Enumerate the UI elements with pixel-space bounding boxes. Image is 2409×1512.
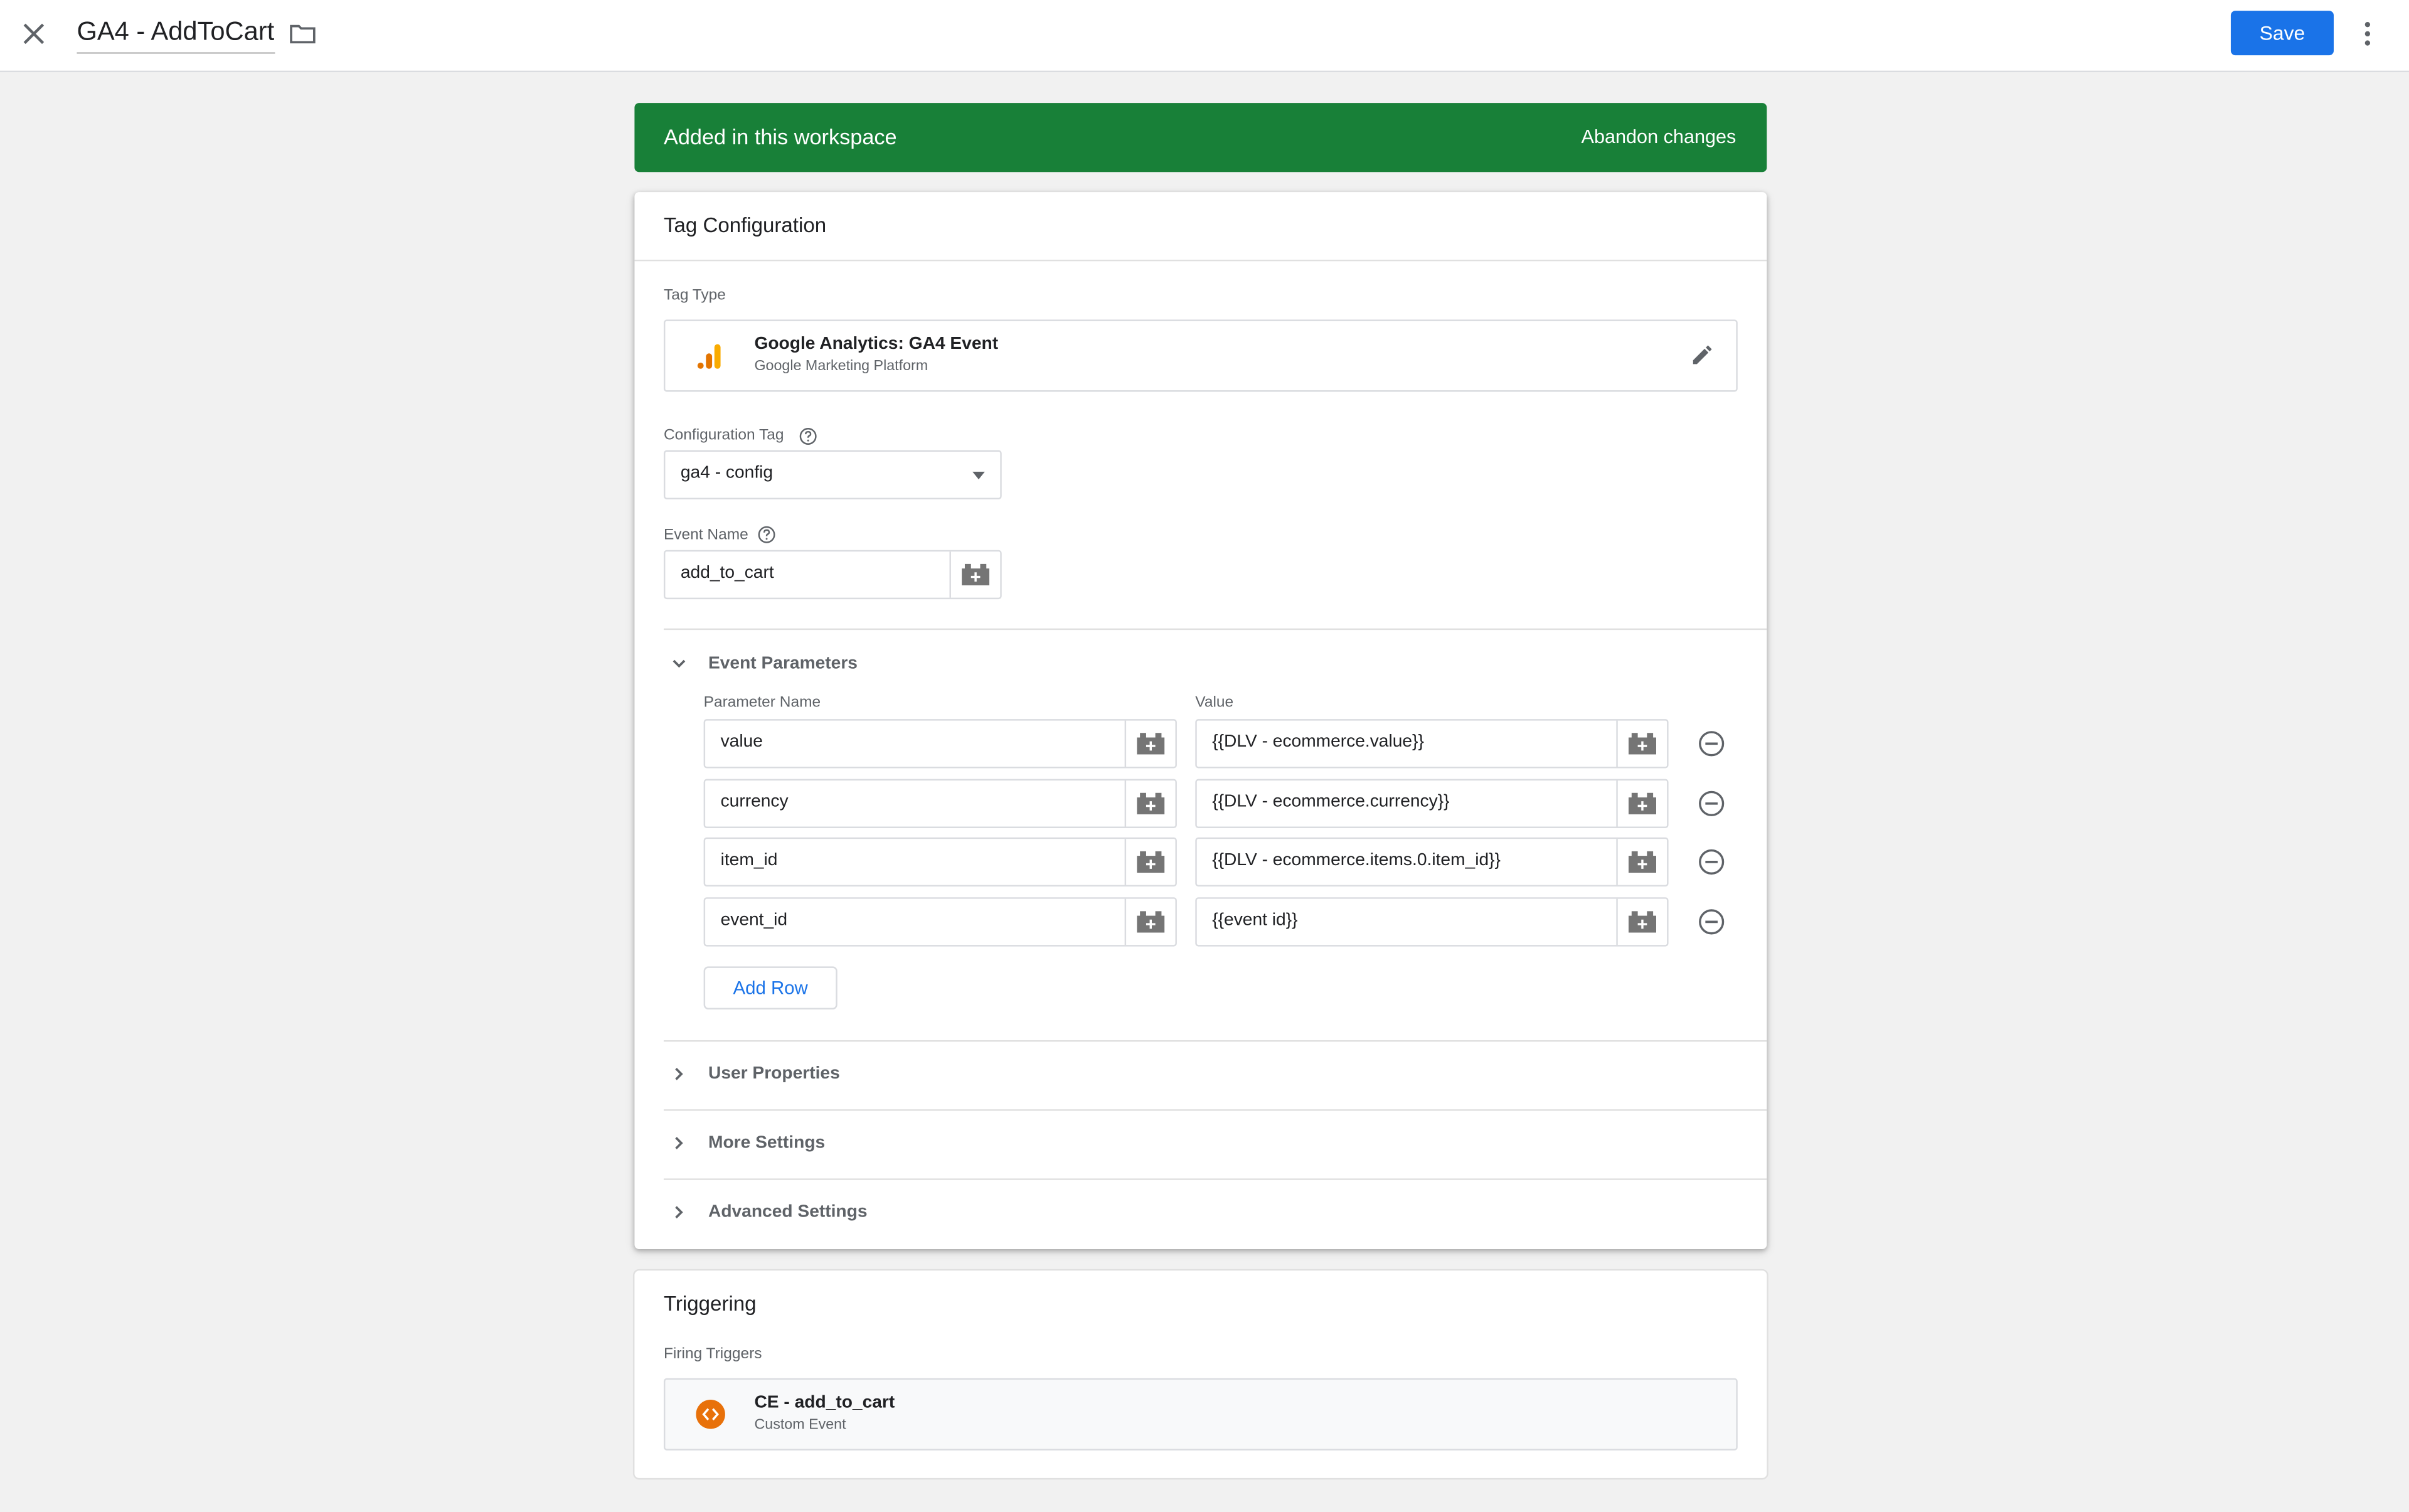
advanced-settings-toggle[interactable]: Advanced Settings	[664, 1195, 1739, 1232]
remove-circle-icon[interactable]	[1698, 848, 1725, 876]
variable-brick-icon	[1628, 792, 1657, 814]
save-button[interactable]: Save	[2230, 11, 2334, 56]
param-name-value: value	[720, 733, 763, 752]
chevron-right-icon	[675, 1067, 683, 1080]
card-title: Tag Configuration	[663, 213, 827, 237]
section-divider	[663, 1040, 1767, 1042]
variable-picker-button[interactable]	[1616, 720, 1667, 767]
more-settings-toggle[interactable]: More Settings	[664, 1126, 1739, 1163]
param-name-field[interactable]: item_id	[703, 837, 1177, 887]
event-name-field[interactable]: add_to_cart	[663, 550, 1002, 600]
remove-circle-icon[interactable]	[1698, 790, 1725, 817]
trigger-name: CE - add_to_cart	[754, 1393, 895, 1412]
abandon-changes-link[interactable]: Abandon changes	[1582, 126, 1736, 147]
event-name-label: Event Name	[663, 527, 748, 544]
variable-brick-icon	[962, 563, 990, 586]
variable-brick-icon	[1137, 792, 1165, 814]
variable-picker-button[interactable]	[1616, 898, 1667, 945]
param-value-field[interactable]: {{DLV - ecommerce.items.0.item_id}}	[1195, 837, 1669, 887]
tag-type-label: Tag Type	[663, 287, 726, 304]
configuration-tag-label: Configuration Tag	[663, 427, 784, 444]
param-value-field[interactable]: {{DLV - ecommerce.value}}	[1195, 719, 1669, 769]
variable-picker-button[interactable]	[1124, 839, 1176, 885]
chevron-down-icon	[673, 659, 686, 668]
tag-type-selector[interactable]: Google Analytics: GA4 Event Google Marke…	[663, 319, 1738, 392]
user-properties-label: User Properties	[708, 1065, 840, 1083]
variable-brick-icon	[1137, 911, 1165, 933]
tag-title[interactable]: GA4 - AddToCart	[77, 17, 275, 54]
param-name-field[interactable]: currency	[703, 779, 1177, 829]
workspace-banner: Added in this workspace Abandon changes	[634, 103, 1767, 173]
event-parameters-label: Event Parameters	[708, 654, 858, 673]
trigger-subtitle: Custom Event	[754, 1416, 846, 1434]
help-icon[interactable]	[799, 427, 817, 445]
remove-circle-icon[interactable]	[1698, 730, 1725, 757]
trigger-item[interactable]: CE - add_to_cart Custom Event	[663, 1378, 1738, 1451]
variable-brick-icon	[1137, 851, 1165, 873]
event-name-value: add_to_cart	[680, 563, 774, 583]
variable-picker-button[interactable]	[1124, 898, 1176, 945]
param-value-text: {{DLV - ecommerce.currency}}	[1212, 792, 1450, 812]
tag-type-name: Google Analytics: GA4 Event	[754, 334, 999, 354]
param-value-text: {{DLV - ecommerce.value}}	[1212, 733, 1424, 752]
variable-picker-button[interactable]	[1124, 780, 1176, 827]
advanced-settings-label: Advanced Settings	[708, 1203, 868, 1222]
more-settings-label: More Settings	[708, 1134, 826, 1153]
variable-picker-button[interactable]	[949, 551, 1000, 598]
top-bar: GA4 - AddToCart Save	[0, 0, 2409, 73]
section-divider	[663, 1178, 1767, 1180]
configuration-tag-select[interactable]: ga4 - config	[663, 450, 1002, 499]
triggering-card[interactable]: Triggering Firing Triggers CE - add_to_c…	[634, 1270, 1767, 1478]
tag-type-subtitle: Google Marketing Platform	[754, 358, 928, 375]
section-divider	[663, 628, 1767, 631]
triggering-title: Triggering	[663, 1292, 757, 1316]
add-row-button[interactable]: Add Row	[703, 966, 838, 1009]
close-icon[interactable]	[20, 20, 48, 48]
custom-event-icon	[696, 1400, 725, 1429]
user-properties-toggle[interactable]: User Properties	[664, 1057, 1739, 1094]
param-name-value: item_id	[720, 851, 778, 870]
more-vert-icon[interactable]	[2354, 18, 2381, 49]
param-value-field[interactable]: {{DLV - ecommerce.currency}}	[1195, 779, 1669, 829]
help-icon[interactable]	[757, 526, 775, 544]
section-divider	[663, 1109, 1767, 1111]
folder-icon[interactable]	[289, 20, 316, 48]
configuration-tag-value: ga4 - config	[680, 464, 774, 482]
param-value-text: {{event id}}	[1212, 911, 1298, 930]
variable-picker-button[interactable]	[1616, 839, 1667, 885]
param-name-field[interactable]: value	[703, 719, 1177, 769]
variable-brick-icon	[1137, 733, 1165, 755]
variable-picker-button[interactable]	[1616, 780, 1667, 827]
chevron-right-icon	[675, 1206, 683, 1219]
param-name-value: currency	[720, 792, 789, 812]
chevron-right-icon	[675, 1137, 683, 1149]
value-header: Value	[1195, 694, 1234, 711]
variable-brick-icon	[1628, 911, 1657, 933]
event-parameters-toggle[interactable]: Event Parameters	[664, 647, 1739, 684]
banner-text: Added in this workspace	[663, 124, 897, 149]
pencil-icon[interactable]	[1690, 343, 1715, 367]
param-value-text: {{DLV - ecommerce.items.0.item_id}}	[1212, 851, 1501, 870]
variable-brick-icon	[1628, 733, 1657, 755]
card-divider	[634, 259, 1767, 262]
parameter-name-header: Parameter Name	[703, 694, 821, 711]
dropdown-caret-icon	[972, 471, 985, 480]
remove-circle-icon[interactable]	[1698, 908, 1725, 935]
param-value-field[interactable]: {{event id}}	[1195, 897, 1669, 947]
tag-configuration-card: Tag Configuration Tag Type Google Analyt…	[634, 192, 1767, 1250]
param-name-value: event_id	[720, 911, 788, 930]
param-name-field[interactable]: event_id	[703, 897, 1177, 947]
firing-triggers-label: Firing Triggers	[663, 1346, 762, 1363]
variable-picker-button[interactable]	[1124, 720, 1176, 767]
variable-brick-icon	[1628, 851, 1657, 873]
ga-bar-chart-icon	[697, 344, 721, 369]
